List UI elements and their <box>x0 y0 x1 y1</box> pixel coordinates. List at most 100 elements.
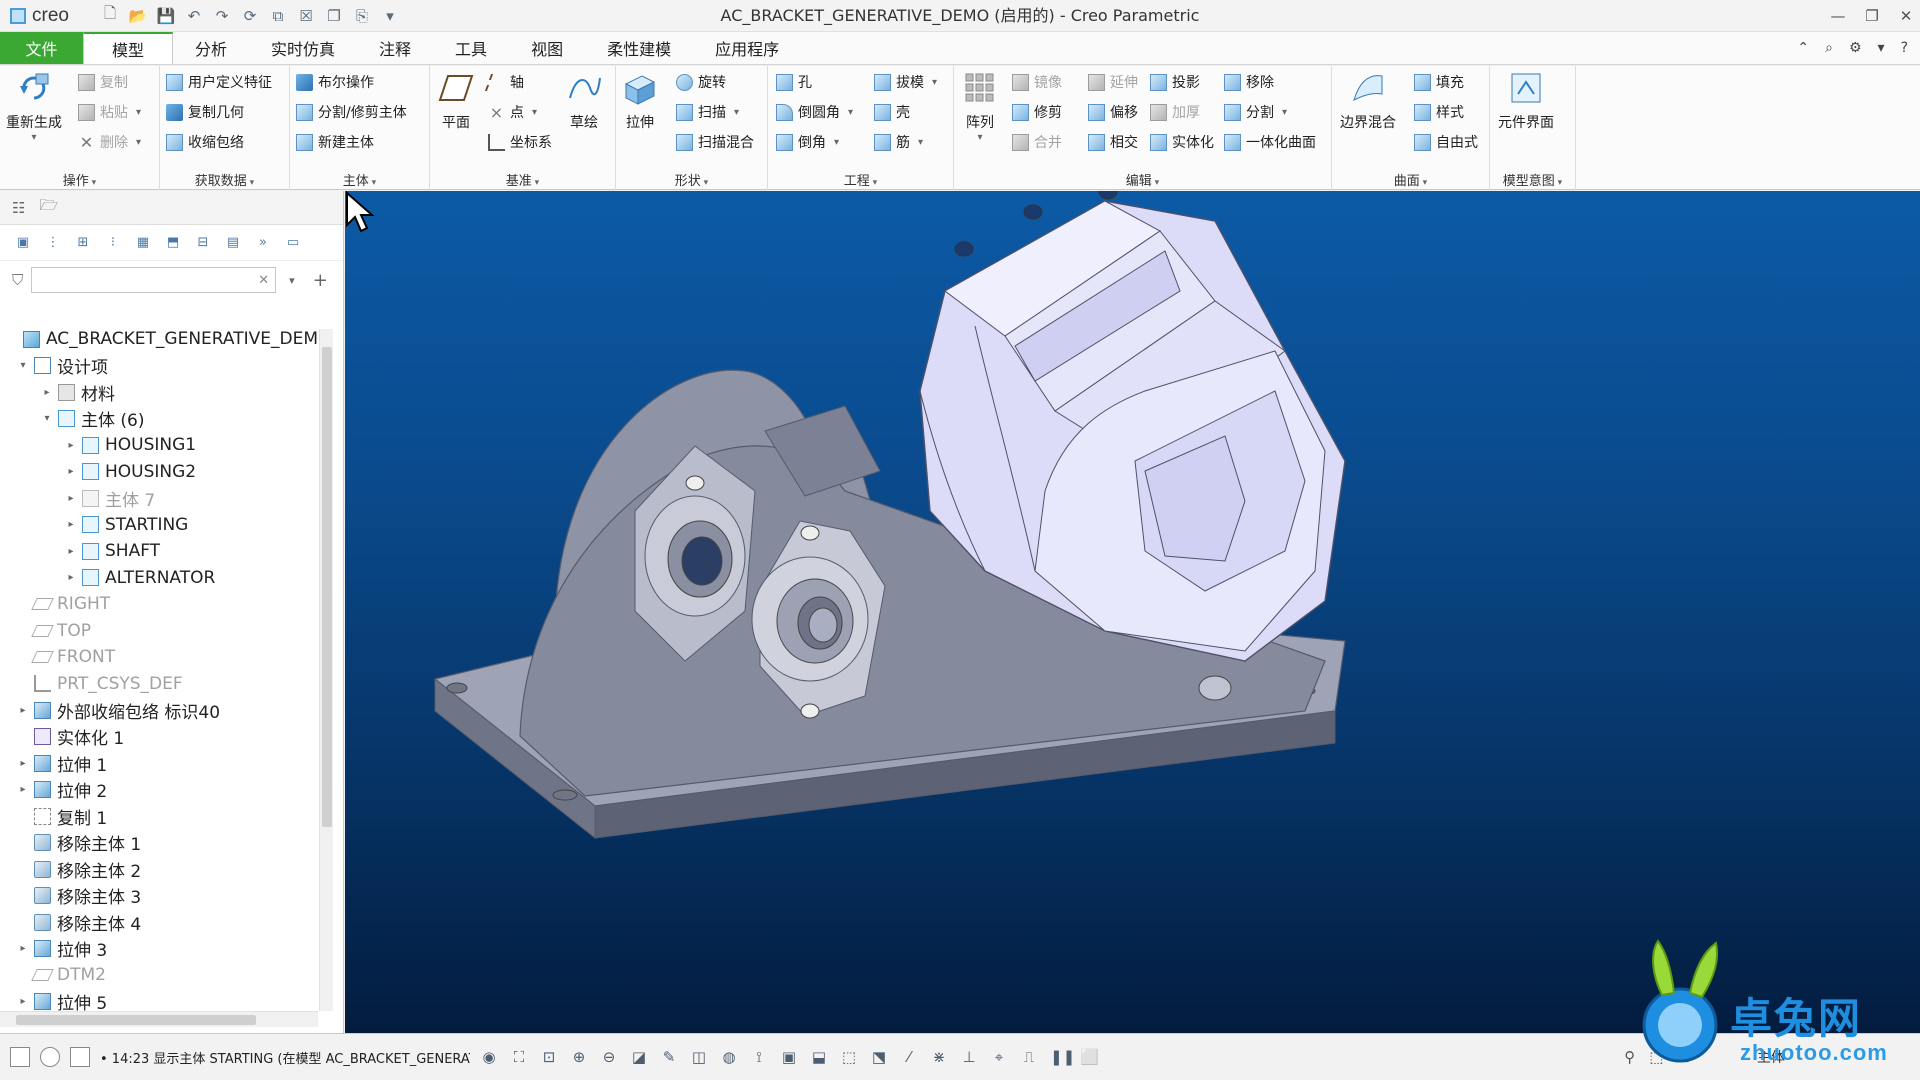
display-style-icon[interactable]: ◍ <box>720 1048 738 1066</box>
chevron-down-icon[interactable]: ▾ <box>289 274 295 287</box>
tree-structure-icon[interactable]: ⊟ <box>194 235 212 251</box>
tree-row[interactable]: ▸ 拉伸 1 <box>0 750 318 777</box>
copy-geometry-button[interactable]: 复制几何 <box>166 100 244 124</box>
expand-icon[interactable]: ▸ <box>16 705 30 716</box>
table-icon[interactable]: ▦ <box>134 235 152 251</box>
folder-browser-tab-icon[interactable]: 🗁 <box>39 195 58 220</box>
zoom-in-icon[interactable]: ⊕ <box>570 1048 588 1066</box>
collapse-icon[interactable]: ▾ <box>40 413 54 424</box>
minimize-icon[interactable]: — <box>1830 7 1846 25</box>
group-label-surfaces[interactable]: 曲面 <box>1332 170 1489 189</box>
page-icon[interactable]: ▭ <box>284 235 302 251</box>
perspective-icon[interactable]: ⟟ <box>750 1048 768 1066</box>
scroll-thumb[interactable] <box>322 347 332 827</box>
tree-filter-icon[interactable]: ⋮ <box>44 235 62 251</box>
tree-settings-icon[interactable]: ▣ <box>14 235 32 251</box>
tree-horizontal-scrollbar[interactable] <box>0 1011 318 1027</box>
copy-icon[interactable]: ⎘ <box>352 7 372 25</box>
boolean-button[interactable]: 布尔操作 <box>296 70 374 94</box>
show-tree-icon[interactable] <box>10 1047 30 1067</box>
offset-button[interactable]: 偏移 <box>1088 100 1138 124</box>
tree-row[interactable]: 移除主体 2 <box>0 856 318 883</box>
swept-blend-button[interactable]: 扫描混合 <box>676 130 754 154</box>
expand-icon[interactable]: ▸ <box>16 996 30 1007</box>
spin-center-icon[interactable]: ⌖ <box>990 1048 1008 1066</box>
restore-icon[interactable]: ❐ <box>1864 7 1880 25</box>
repaint-icon[interactable]: ◪ <box>630 1048 648 1066</box>
paste-button[interactable]: 粘贴 <box>78 100 141 124</box>
tree-row[interactable]: ▸ 主体 7 <box>0 485 318 512</box>
expand-icon[interactable]: ▸ <box>64 466 78 477</box>
view-icon[interactable]: ◉ <box>480 1048 498 1066</box>
tab-model[interactable]: 模型 <box>83 32 173 64</box>
tab-flexible-modeling[interactable]: 柔性建模 <box>585 32 693 64</box>
tree-row[interactable]: ▸ HOUSING1 <box>0 432 318 459</box>
trim-button[interactable]: 修剪 <box>1012 100 1062 124</box>
tree-row[interactable]: AC_BRACKET_GENERATIVE_DEM <box>0 326 318 353</box>
annotation-display-icon[interactable]: ⬚ <box>840 1048 858 1066</box>
expand-icon[interactable]: ▸ <box>64 519 78 530</box>
tree-row[interactable]: 移除主体 4 <box>0 909 318 936</box>
style-button[interactable]: 样式 <box>1414 100 1464 124</box>
expand-icon[interactable]: ▸ <box>40 387 54 398</box>
tree-row[interactable]: ▸ 外部收缩包络 标识40 <box>0 697 318 724</box>
tab-tools[interactable]: 工具 <box>433 32 509 64</box>
tree-row[interactable]: ▾ 主体 (6) <box>0 406 318 433</box>
revolve-button[interactable]: 旋转 <box>676 70 726 94</box>
regenerate-status-icon[interactable]: ⬜ <box>1080 1048 1099 1066</box>
hole-button[interactable]: 孔 <box>776 70 812 94</box>
tab-live-simulation[interactable]: 实时仿真 <box>249 32 357 64</box>
tree-row[interactable]: TOP <box>0 618 318 645</box>
group-label-editing[interactable]: 编辑 <box>954 170 1331 189</box>
new-body-button[interactable]: 新建主体 <box>296 130 374 154</box>
refit-icon[interactable]: ⛶ <box>510 1048 528 1066</box>
expand-icon[interactable]: ▸ <box>16 943 30 954</box>
tree-row[interactable]: 实体化 1 <box>0 724 318 751</box>
point-button[interactable]: × 点 <box>488 100 537 124</box>
tree-row[interactable]: ▸ 材料 <box>0 379 318 406</box>
tree-row[interactable]: 复制 1 <box>0 803 318 830</box>
tree-row[interactable]: ▸ ALTERNATOR <box>0 565 318 592</box>
tab-annotate[interactable]: 注释 <box>357 32 433 64</box>
settings-icon[interactable]: ⚙ <box>1849 40 1862 56</box>
sweep-button[interactable]: 扫描 <box>676 100 739 124</box>
remove-button[interactable]: 移除 <box>1224 70 1274 94</box>
collapse-icon[interactable]: ▾ <box>16 360 30 371</box>
expand-tree-icon[interactable]: ⊞ <box>74 235 92 251</box>
intersect-button[interactable]: 相交 <box>1088 130 1138 154</box>
help-icon[interactable]: ? <box>1901 40 1908 56</box>
merge-button[interactable]: 合并 <box>1012 130 1062 154</box>
chamfer-button[interactable]: 倒角 <box>776 130 839 154</box>
copy-button[interactable]: 复制 <box>78 70 128 94</box>
tab-view[interactable]: 视图 <box>509 32 585 64</box>
split-trim-body-button[interactable]: 分割/修剪主体 <box>296 100 407 124</box>
save-icon[interactable]: 💾 <box>156 7 176 25</box>
expand-icon[interactable]: ▸ <box>64 493 78 504</box>
zoom-fit-icon[interactable]: ⊡ <box>540 1048 558 1066</box>
tree-row[interactable]: ▸ STARTING <box>0 512 318 539</box>
open-icon[interactable]: 📂 <box>128 7 148 25</box>
new-icon[interactable]: 🗋 <box>100 4 120 25</box>
bookmark-icon[interactable]: ⬒ <box>164 235 182 251</box>
undo-icon[interactable]: ↶ <box>184 7 204 25</box>
group-label-model-intent[interactable]: 模型意图 <box>1490 170 1575 189</box>
rib-button[interactable]: 筋 <box>874 130 923 154</box>
component-interface-button[interactable]: 元件界面 <box>1498 70 1554 132</box>
tree-row[interactable]: DTM2 <box>0 962 318 989</box>
delete-button[interactable]: ✕ 删除 <box>78 130 141 154</box>
solidify-button[interactable]: 实体化 <box>1150 130 1214 154</box>
tree-vertical-scrollbar[interactable] <box>319 329 333 1011</box>
fullscreen-icon[interactable] <box>70 1047 90 1067</box>
tree-row[interactable]: FRONT <box>0 644 318 671</box>
unify-quilt-button[interactable]: 一体化曲面 <box>1224 130 1316 154</box>
group-label-shapes[interactable]: 形状 <box>616 170 767 189</box>
tab-file[interactable]: 文件 <box>0 32 83 64</box>
point-display-icon[interactable]: ⋇ <box>930 1048 948 1066</box>
tree-row[interactable]: PRT_CSYS_DEF <box>0 671 318 698</box>
round-button[interactable]: 倒圆角 <box>776 100 853 124</box>
expand-icon[interactable]: ▸ <box>16 758 30 769</box>
close-icon[interactable]: ✕ <box>1898 7 1914 25</box>
group-label-engineering[interactable]: 工程 <box>768 170 953 189</box>
chevron-down-icon[interactable]: ▾ <box>1878 40 1885 56</box>
tree-row[interactable]: ▸ SHAFT <box>0 538 318 565</box>
